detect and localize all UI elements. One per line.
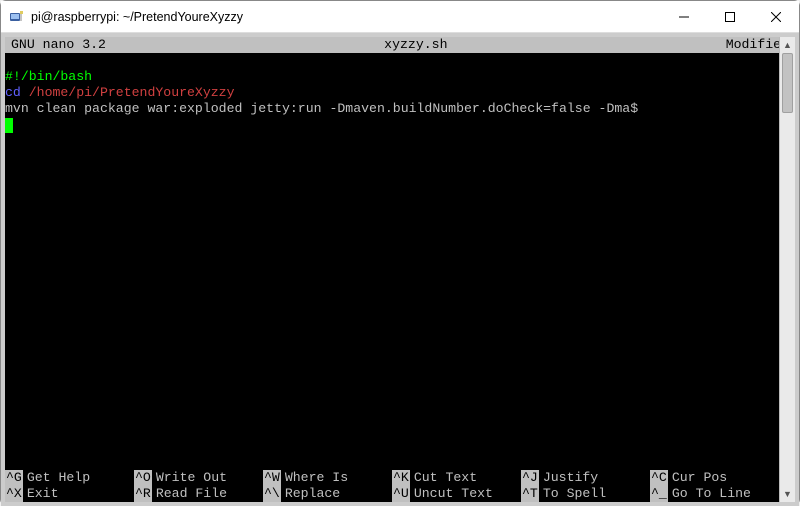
cursor [5, 118, 13, 133]
nano-filename: xyzzy.sh [106, 37, 726, 53]
maximize-button[interactable] [707, 2, 753, 32]
nano-header: GNU nano 3.2 xyzzy.sh Modified [5, 37, 795, 53]
key-chip: ^\ [263, 486, 281, 502]
help-item-where-is[interactable]: ^WWhere Is [263, 470, 392, 486]
help-item-exit[interactable]: ^XExit [5, 486, 134, 502]
key-chip: ^J [521, 470, 539, 486]
help-label: Replace [285, 486, 340, 502]
help-item-read-file[interactable]: ^RRead File [134, 486, 263, 502]
help-item-go-to-line[interactable]: ^_Go To Line [650, 486, 779, 502]
cmd-token: cd [5, 85, 21, 100]
editor-content[interactable]: #!/bin/bash cd /home/pi/PretendYoureXyzz… [5, 53, 795, 133]
help-row: ^XExit ^RRead File ^\Replace ^UUncut Tex… [5, 486, 779, 502]
editor-line [5, 53, 795, 69]
scroll-track[interactable] [780, 53, 795, 486]
scroll-down-button[interactable]: ▼ [780, 486, 795, 502]
help-item-to-spell[interactable]: ^TTo Spell [521, 486, 650, 502]
window-title: pi@raspberrypi: ~/PretendYoureXyzzy [31, 10, 661, 24]
key-chip: ^W [263, 470, 281, 486]
help-label: Get Help [27, 470, 90, 486]
vertical-scrollbar[interactable]: ▲ ▼ [779, 37, 795, 502]
editor-line: mvn clean package war:exploded jetty:run… [5, 101, 795, 117]
help-label: Write Out [156, 470, 227, 486]
key-chip: ^R [134, 486, 152, 502]
editor-line: #!/bin/bash [5, 69, 795, 85]
help-item-cut-text[interactable]: ^KCut Text [392, 470, 521, 486]
key-chip: ^X [5, 486, 23, 502]
terminal[interactable]: GNU nano 3.2 xyzzy.sh Modified #!/bin/ba… [5, 37, 795, 502]
key-chip: ^O [134, 470, 152, 486]
help-label: Where Is [285, 470, 348, 486]
key-chip: ^C [650, 470, 668, 486]
nano-help-bar: ^GGet Help ^OWrite Out ^WWhere Is ^KCut … [5, 470, 779, 502]
putty-icon [9, 9, 25, 25]
help-label: To Spell [543, 486, 606, 502]
scroll-up-button[interactable]: ▲ [780, 37, 795, 53]
help-label: Cut Text [414, 470, 477, 486]
key-chip: ^T [521, 486, 539, 502]
help-label: Go To Line [672, 486, 751, 502]
help-row: ^GGet Help ^OWrite Out ^WWhere Is ^KCut … [5, 470, 779, 486]
close-button[interactable] [753, 2, 799, 32]
help-item-uncut-text[interactable]: ^UUncut Text [392, 486, 521, 502]
terminal-wrapper: GNU nano 3.2 xyzzy.sh Modified #!/bin/ba… [1, 33, 799, 506]
scroll-thumb[interactable] [782, 53, 793, 113]
key-chip: ^U [392, 486, 410, 502]
arg-token: /home/pi/PretendYoureXyzzy [21, 85, 235, 100]
help-item-write-out[interactable]: ^OWrite Out [134, 470, 263, 486]
key-chip: ^K [392, 470, 410, 486]
help-item-cur-pos[interactable]: ^CCur Pos [650, 470, 779, 486]
help-item-justify[interactable]: ^JJustify [521, 470, 650, 486]
help-item-get-help[interactable]: ^GGet Help [5, 470, 134, 486]
nano-version: GNU nano 3.2 [7, 37, 106, 53]
editor-line [5, 117, 795, 133]
help-label: Read File [156, 486, 227, 502]
help-label: Justify [543, 470, 598, 486]
help-label: Cur Pos [672, 470, 727, 486]
key-chip: ^_ [650, 486, 668, 502]
help-item-replace[interactable]: ^\Replace [263, 486, 392, 502]
key-chip: ^G [5, 470, 23, 486]
help-label: Uncut Text [414, 486, 493, 502]
help-label: Exit [27, 486, 59, 502]
editor-line: cd /home/pi/PretendYoureXyzzy [5, 85, 795, 101]
window-titlebar: pi@raspberrypi: ~/PretendYoureXyzzy [1, 1, 799, 33]
minimize-button[interactable] [661, 2, 707, 32]
